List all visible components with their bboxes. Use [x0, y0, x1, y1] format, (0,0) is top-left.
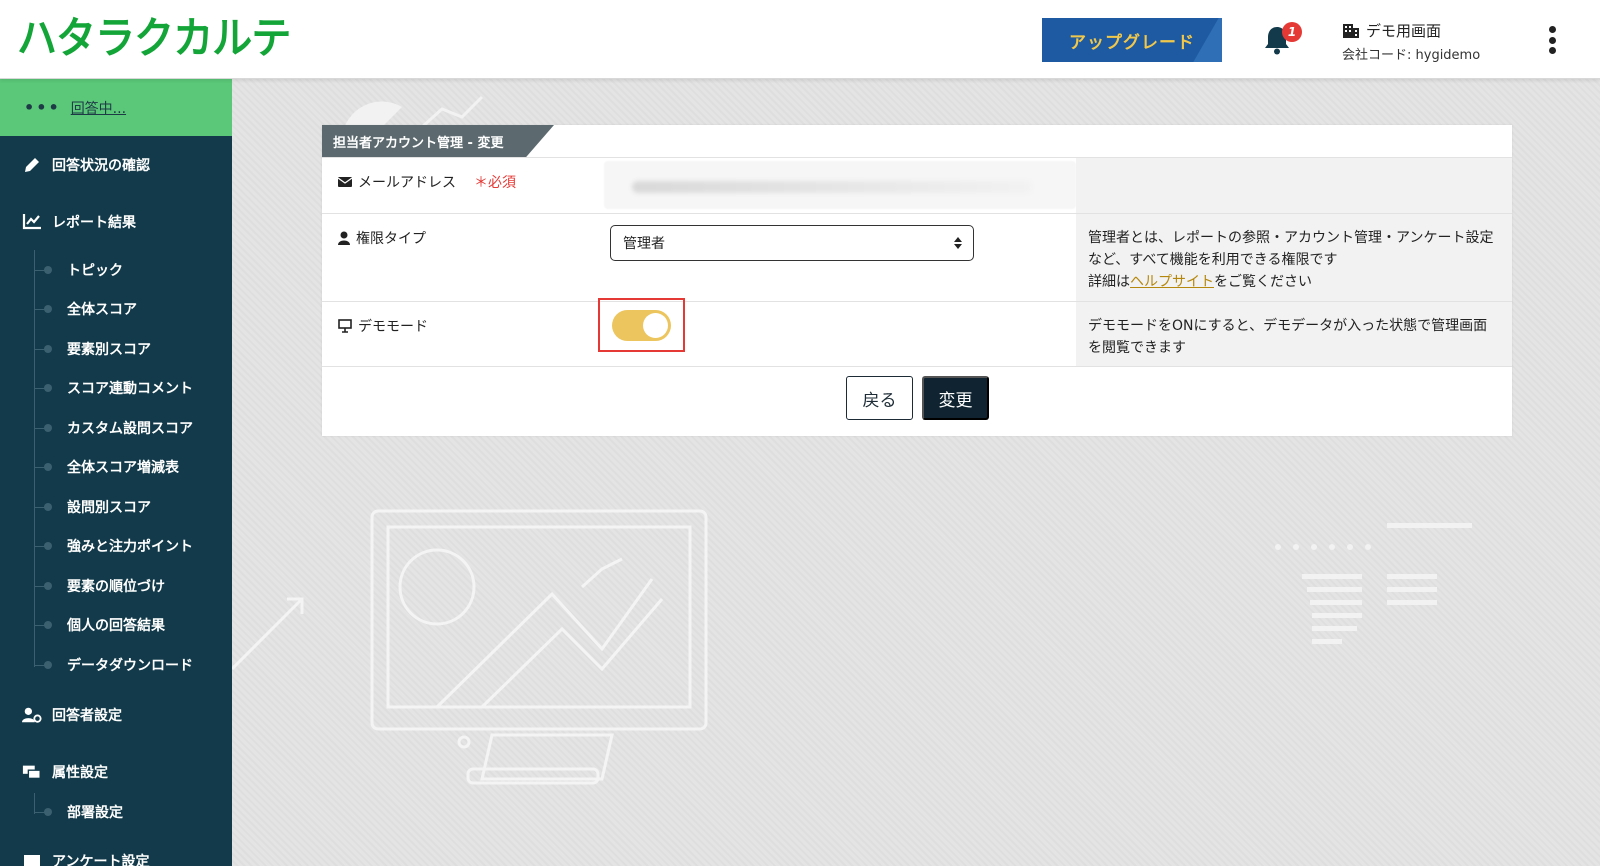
sidebar-subitem-element-ranking[interactable]: 要素の順位づけ: [0, 566, 232, 606]
email-label: メールアドレス: [358, 175, 456, 191]
email-help-panel: [1076, 158, 1512, 213]
monitor-illustration-icon: [232, 509, 708, 785]
report-submenu: トピック 全体スコア 要素別スコア スコア連動コメント カスタム設問スコア 全体…: [0, 250, 232, 685]
sidebar-subitem-element-score[interactable]: 要素別スコア: [0, 329, 232, 369]
sidebar-subitem-overall-score[interactable]: 全体スコア: [0, 290, 232, 330]
role-help-suffix: をご覧ください: [1214, 274, 1312, 290]
sidebar-item-respondent-settings[interactable]: 回答者設定: [0, 687, 232, 744]
sidebar-item-label: アンケート設定: [52, 853, 150, 866]
upgrade-button[interactable]: アップグレード: [1042, 18, 1222, 62]
sidebar-subitem-data-download[interactable]: データダウンロード: [0, 645, 232, 685]
sidebar-item-label: 回答者設定: [52, 708, 122, 724]
ellipsis-icon: •••: [24, 98, 61, 117]
envelope-icon: [338, 177, 352, 187]
role-select[interactable]: 管理者: [610, 225, 974, 261]
back-button[interactable]: 戻る: [846, 376, 913, 420]
company-name-text: デモ用画面: [1366, 22, 1442, 40]
demo-help-panel: デモモードをONにすると、デモデータが入った状態で管理画面を閲覧できます: [1076, 302, 1512, 366]
account-edit-card: 担当者アカウント管理 - 変更 メールアドレス ＊必須 権限タイプ 管理者 管理…: [322, 125, 1512, 436]
card-title: 担当者アカウント管理 - 変更: [322, 125, 554, 157]
user-icon: [338, 231, 350, 245]
sidebar-subitem-individual-results[interactable]: 個人の回答結果: [0, 606, 232, 646]
company-code: 会社コード: hygidemo: [1342, 48, 1481, 63]
sidebar-status-answering[interactable]: ••• 回答中...: [0, 79, 232, 136]
help-site-link[interactable]: ヘルプサイト: [1130, 274, 1214, 290]
sidebar-subitem-score-comment[interactable]: スコア連動コメント: [0, 369, 232, 409]
sidebar: ••• 回答中... 回答状況の確認 レポート結果 トピック 全体スコア 要素別…: [0, 79, 232, 866]
sidebar-item-response-status[interactable]: 回答状況の確認: [0, 136, 232, 193]
sidebar-subitem-question-score[interactable]: 設問別スコア: [0, 487, 232, 527]
demo-label: デモモード: [358, 319, 428, 335]
role-label: 権限タイプ: [356, 231, 426, 247]
sidebar-status-label: 回答中...: [70, 100, 127, 117]
sidebar-subitem-topic[interactable]: トピック: [0, 250, 232, 290]
demo-mode-row: デモモード デモモードをONにすると、デモデータが入った状態で管理画面を閲覧でき…: [322, 298, 1512, 366]
sidebar-item-label: 属性設定: [52, 765, 108, 781]
sidebar-subitem-department-settings[interactable]: 部署設定: [0, 793, 232, 833]
email-row: メールアドレス ＊必須: [322, 157, 1512, 213]
attribute-submenu: 部署設定: [0, 792, 232, 833]
demo-help-text: デモモードをONにすると、デモデータが入った状態で管理画面を閲覧できます: [1088, 318, 1488, 356]
actions-row: [322, 366, 1512, 367]
demo-mode-toggle[interactable]: [612, 310, 671, 341]
sidebar-item-label: レポート結果: [52, 214, 136, 231]
presentation-icon: [338, 319, 352, 333]
sidebar-subitem-custom-question-score[interactable]: カスタム設問スコア: [0, 408, 232, 448]
role-help-panel: 管理者とは、レポートの参照・アカウント管理・アンケート設定など、すべて機能を利用…: [1076, 214, 1512, 301]
demo-label-group: デモモード: [338, 316, 428, 336]
calendar-icon: [22, 852, 42, 866]
app-logo[interactable]: ハタラクカルテ: [17, 10, 291, 68]
select-arrows-icon: [954, 237, 962, 249]
required-mark: ＊必須: [474, 175, 516, 191]
sidebar-subitem-strengths[interactable]: 強みと注力ポイント: [0, 527, 232, 567]
attribute-icon: [22, 763, 42, 781]
top-header: ハタラクカルテ アップグレード 1 デモ用画面 会社コード: hygidemo: [0, 0, 1600, 79]
chart-icon: [22, 213, 42, 231]
user-gear-icon: [22, 706, 42, 724]
email-field[interactable]: [604, 161, 1076, 209]
list-illustration-icon: [1275, 523, 1472, 644]
notification-badge: 1: [1282, 22, 1302, 42]
sidebar-item-survey-settings[interactable]: アンケート設定: [0, 832, 232, 866]
role-label-group: 権限タイプ: [338, 228, 426, 248]
email-label-group: メールアドレス ＊必須: [338, 172, 516, 192]
role-help-text: 管理者とは、レポートの参照・アカウント管理・アンケート設定など、すべて機能を利用…: [1088, 230, 1494, 268]
sidebar-item-label: 回答状況の確認: [52, 157, 150, 174]
submit-change-button[interactable]: 変更: [922, 376, 989, 420]
role-select-value: 管理者: [623, 236, 665, 252]
pencil-icon: [22, 156, 42, 174]
sidebar-item-report-results[interactable]: レポート結果: [0, 193, 232, 250]
toggle-knob: [643, 313, 668, 338]
sidebar-subitem-score-change-table[interactable]: 全体スコア増減表: [0, 448, 232, 488]
more-menu-icon[interactable]: [1545, 24, 1559, 56]
role-help-prefix: 詳細は: [1088, 274, 1130, 290]
building-icon: [1343, 24, 1359, 38]
company-name[interactable]: デモ用画面: [1342, 20, 1441, 41]
role-row: 権限タイプ 管理者 管理者とは、レポートの参照・アカウント管理・アンケート設定な…: [322, 213, 1512, 301]
